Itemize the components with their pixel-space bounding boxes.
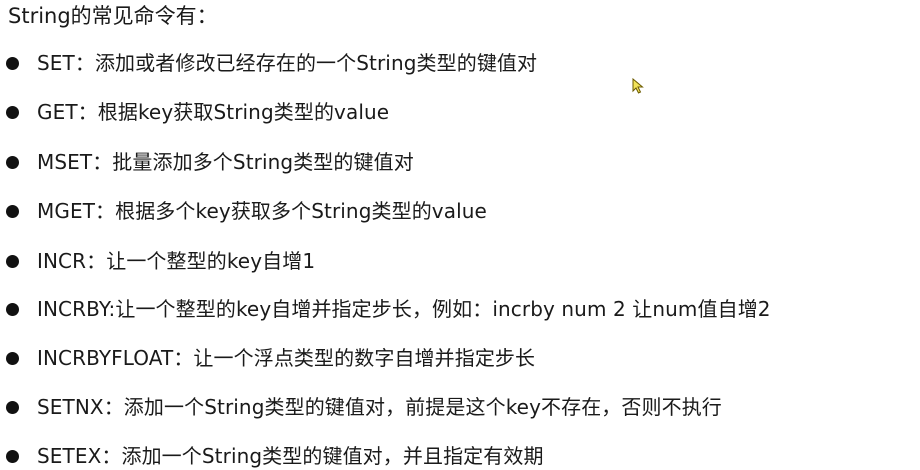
command-text: INCRBYFLOAT：让一个浮点类型的数字自增并指定步长 — [37, 346, 536, 370]
bullet-dot-icon — [6, 400, 19, 414]
page-heading: String的常见命令有： — [8, 4, 218, 28]
bullet-dot-icon — [6, 155, 19, 169]
bullet-dot-icon — [6, 105, 19, 119]
command-text: SETEX：添加一个String类型的键值对，并且指定有效期 — [37, 444, 544, 468]
slide-content: String的常见命令有： SET：添加或者修改已经存在的一个String类型的… — [0, 0, 920, 470]
mouse-pointer-icon — [632, 78, 644, 94]
bullet-dot-icon — [6, 449, 19, 463]
bullet-dot-icon — [6, 56, 19, 70]
command-text: MSET：批量添加多个String类型的键值对 — [37, 150, 414, 174]
command-text: INCR：让一个整型的key自增1 — [37, 249, 316, 273]
command-text: GET：根据key获取String类型的value — [37, 100, 390, 124]
bullet-dot-icon — [6, 302, 19, 316]
bullet-dot-icon — [6, 254, 19, 268]
bullet-dot-icon — [6, 351, 19, 365]
bullet-dot-icon — [6, 204, 19, 218]
command-text: SETNX：添加一个String类型的键值对，前提是这个key不存在，否则不执行 — [37, 395, 722, 419]
command-text: INCRBY:让一个整型的key自增并指定步长，例如：incrby num 2 … — [37, 297, 771, 321]
command-text: MGET：根据多个key获取多个String类型的value — [37, 199, 487, 223]
command-text: SET：添加或者修改已经存在的一个String类型的键值对 — [37, 51, 538, 75]
